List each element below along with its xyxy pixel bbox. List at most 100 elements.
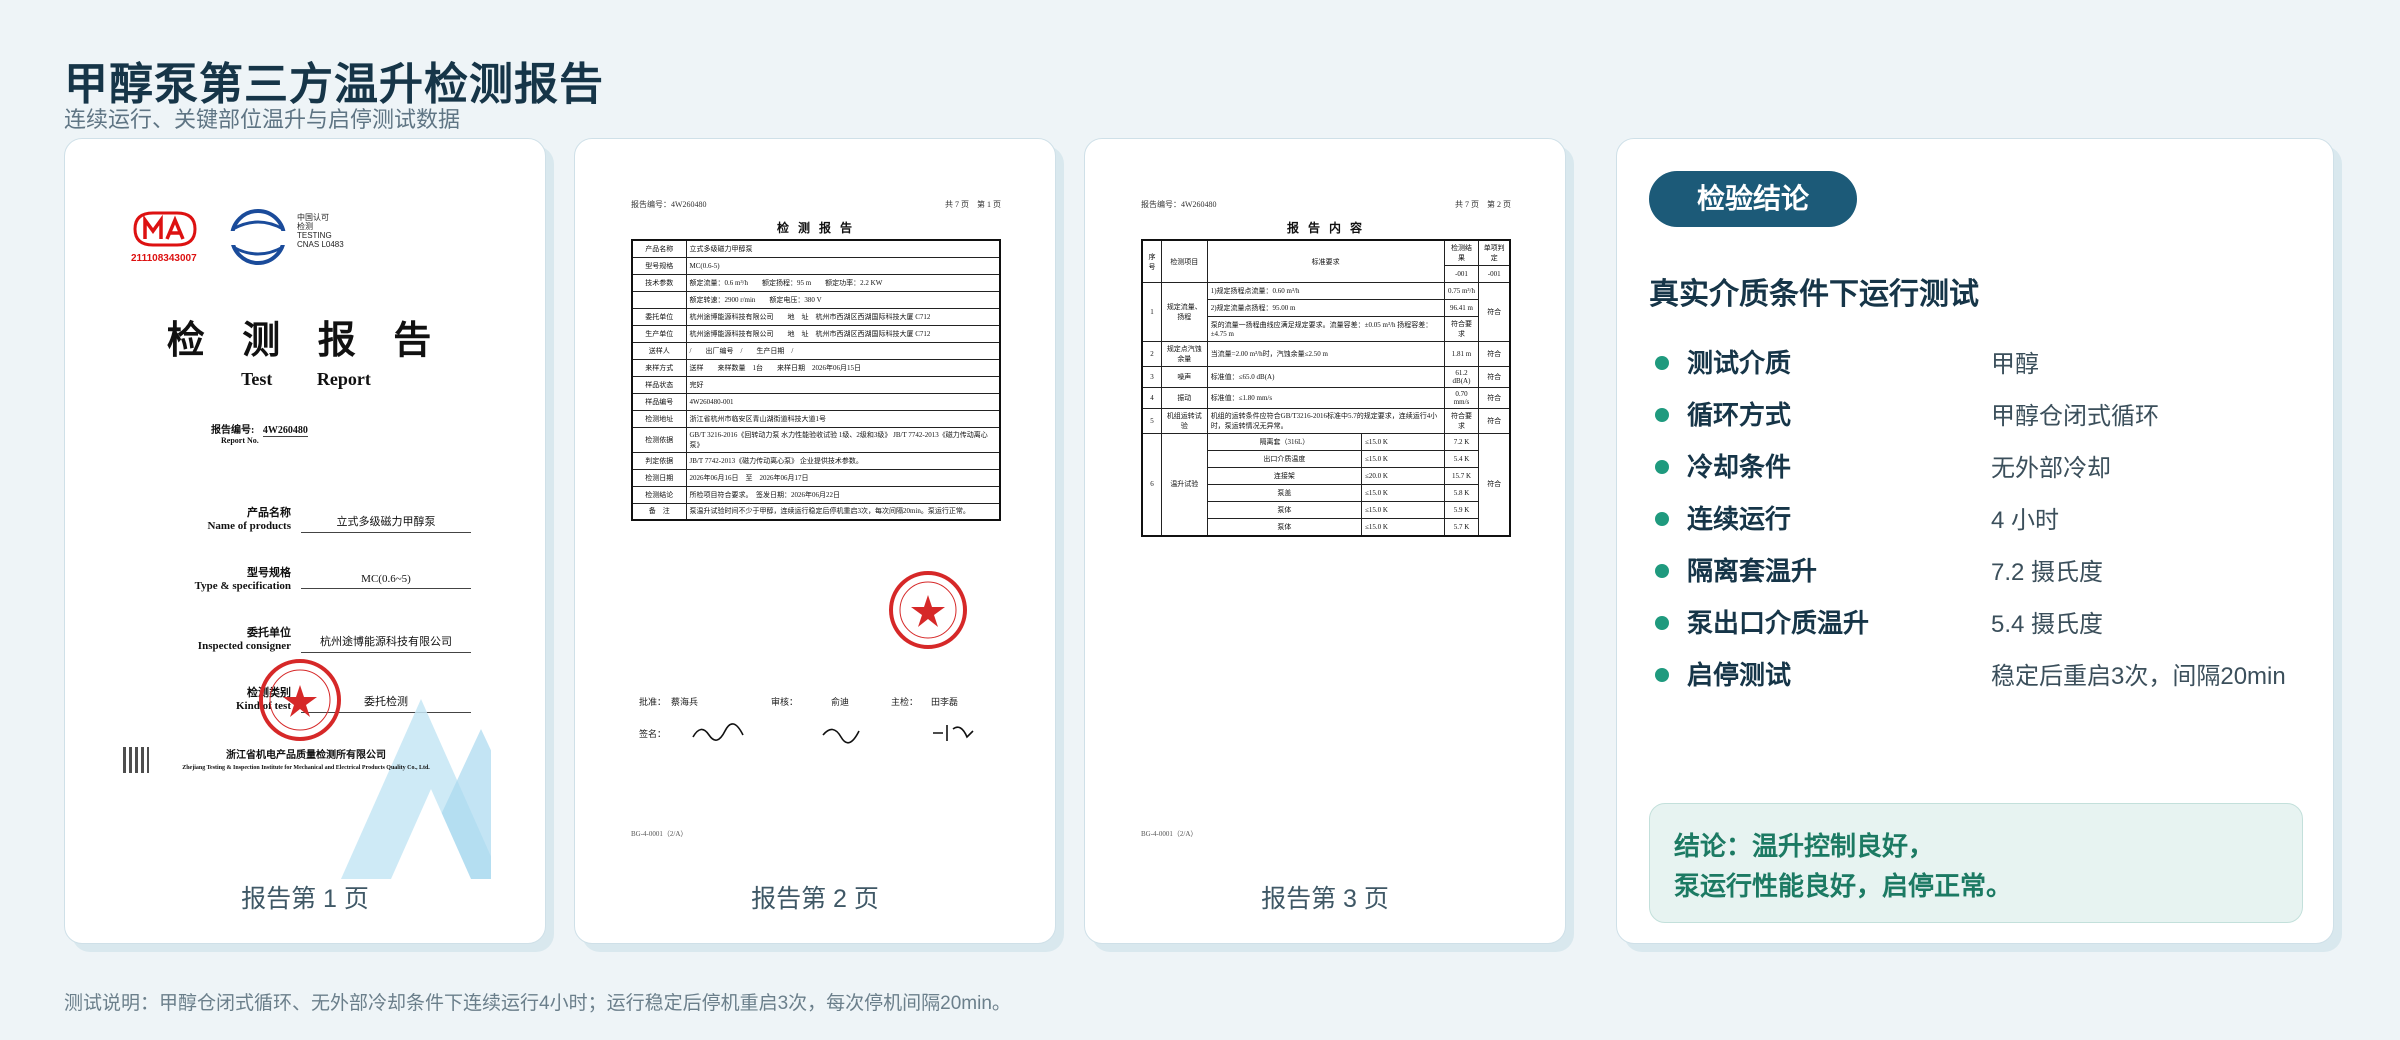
item-value: 4 小时	[1991, 507, 2060, 534]
report-page-1-card[interactable]: 211108343007 中国认可 检测 TESTING CNAS L0483 …	[64, 138, 546, 944]
table-row-value: / 出厂编号 / 生产日期 /	[685, 341, 1001, 360]
report-number: 报告编号: 4W260480 Report No.	[211, 421, 308, 445]
list-item: 测试介质 甲醇	[1655, 343, 2295, 395]
page-caption: 报告第 2 页	[751, 885, 879, 913]
report-number-value: 4W260480	[262, 425, 308, 437]
report-page-1-image: 211108343007 中国认可 检测 TESTING CNAS L0483 …	[121, 199, 491, 899]
bullet-dot-icon	[1655, 564, 1669, 578]
row-part: 出口介质温度	[1206, 450, 1363, 468]
row-result: 符合要求	[1443, 316, 1480, 342]
bullet-dot-icon	[1655, 668, 1669, 682]
table-row-label: 样品编号	[631, 392, 687, 411]
report-page-3-card[interactable]: 报告编号：4W260480 共 7 页 第 2 页 报 告 内 容 序号 检测项目…	[1084, 138, 1566, 944]
bullet-dot-icon	[1655, 408, 1669, 422]
table-row: 检测结论 所检项目符合要求。 签发日期：2026年06月22日	[631, 485, 1001, 504]
table-row: 技术参数 额定流量：0.6 m³/h 额定扬程：95 m 额定功率：2.2 KW	[631, 273, 1001, 292]
row-part: 泵体	[1206, 518, 1363, 536]
column-header: 检测项目	[1160, 239, 1208, 283]
row-requirement: 当流量=2.00 m³/h时，汽蚀余量≤2.50 m	[1206, 341, 1445, 367]
table-row-value: 4W260480-001	[685, 392, 1001, 411]
column-header: 检测结果	[1443, 239, 1480, 266]
field-product-name: 产品名称 Name of products 立式多级磁力甲醇泵	[141, 507, 471, 547]
item-key: 泵出口介质温升	[1687, 608, 1870, 638]
field-label: 产品名称	[247, 507, 291, 519]
row-number: 4	[1141, 387, 1162, 409]
column-subheader: -001	[1443, 265, 1480, 283]
doc-heading: 检 测 报 告	[776, 221, 855, 235]
row-requirement: ≤15.0 K	[1361, 518, 1445, 536]
row-part: 泵盖	[1206, 484, 1363, 502]
field-label: 型号规格	[247, 567, 291, 579]
row-requirement: ≤15.0 K	[1361, 501, 1445, 519]
item-key: 启停测试	[1687, 660, 1792, 690]
table-row-label: 判定依据	[631, 451, 687, 470]
footnote: 测试说明：甲醇仓闭式循环、无外部冷却条件下连续运行4小时；运行稳定后停机重启3次…	[64, 993, 1011, 1014]
conclusion-summary-box: 结论：温升控制良好， 泵运行性能良好，启停正常。	[1649, 803, 2303, 923]
field-label: 委托单位	[247, 627, 291, 639]
row-part: 连接架	[1206, 467, 1363, 485]
report-page-2-image: 报告编号：4W260480 共 7 页 第 1 页 检 测 报 告 产品名称 立式…	[631, 199, 1001, 899]
bullet-dot-icon	[1655, 356, 1669, 370]
sign-label: 签名：	[639, 729, 667, 739]
list-item: 冷却条件 无外部冷却	[1655, 447, 2295, 499]
row-requirement: ≤15.0 K	[1361, 450, 1445, 468]
column-header: 序号	[1141, 239, 1162, 283]
row-item: 温升试验	[1160, 433, 1208, 536]
row-judgement: 符合	[1478, 433, 1511, 536]
bullet-dot-icon	[1655, 460, 1669, 474]
table-row-value: MC(0.6-5)	[685, 256, 1001, 275]
row-result: 1.81 m	[1443, 341, 1480, 367]
row-judgement: 符合	[1478, 366, 1511, 388]
item-key: 连续运行	[1687, 504, 1792, 534]
table-row-value: 完好	[685, 375, 1001, 394]
table-row-value: 2026年06月16日 至 2026年06月17日	[685, 468, 1001, 487]
summary-line: 泵运行性能良好，启停正常。	[1674, 871, 2013, 901]
org-name-en: Zhejiang Testing & Inspection Institute …	[182, 765, 430, 771]
row-part: 隔离套（316L）	[1206, 433, 1363, 451]
row-requirement: 泵的流量一扬程曲线应满足规定要求。流量容差：±0.05 m³/h 扬程容差：±4…	[1206, 316, 1445, 342]
table-row-value: GB/T 3216-2016《回转动力泵 水力性能验收试验 1级、2级和3级》 …	[685, 426, 1001, 453]
table-row-label: 检测地址	[631, 409, 687, 428]
table-row-value: 杭州途博能源科技有限公司 地 址 杭州市西湖区西湖国际科技大厦 C712	[685, 307, 1001, 326]
row-requirement: ≤15.0 K	[1361, 484, 1445, 502]
table-row-value: 浙江省杭州市临安区青山湖街道科技大道1号	[685, 409, 1001, 428]
row-requirement: ≤15.0 K	[1361, 433, 1445, 451]
summary-line: 结论：温升控制良好，	[1674, 831, 1935, 861]
row-number: 2	[1141, 341, 1162, 367]
form-code: BG-4-0001（2/A）	[1141, 830, 1198, 838]
table-row-label: 检测日期	[631, 468, 687, 487]
row-result: 5.8 K	[1443, 484, 1480, 502]
table-row-value: 额定流量：0.6 m³/h 额定扬程：95 m 额定功率：2.2 KW	[685, 273, 1001, 292]
report-page-3-image: 报告编号：4W260480 共 7 页 第 2 页 报 告 内 容 序号 检测项目…	[1141, 199, 1511, 899]
item-value: 无外部冷却	[1991, 455, 2111, 482]
row-result: 符合要求	[1443, 408, 1480, 434]
row-result: 7.2 K	[1443, 433, 1480, 451]
table-row-label: 技术参数	[631, 273, 687, 292]
table-row: 样品状态 完好	[631, 375, 1001, 394]
table-row-label	[631, 290, 687, 309]
conclusion-list: 测试介质 甲醇 循环方式 甲醇仓闭式循环 冷却条件 无外部冷却 连续运行 4 小时 隔离…	[1655, 343, 2295, 707]
report-page-2-card[interactable]: 报告编号：4W260480 共 7 页 第 1 页 检 测 报 告 产品名称 立式…	[574, 138, 1056, 944]
table-row-label: 检测结论	[631, 485, 687, 504]
bullet-dot-icon	[1655, 616, 1669, 630]
table-row-value: 杭州途博能源科技有限公司 地 址 杭州市西湖区西湖国际科技大厦 C712	[685, 324, 1001, 343]
field-value: 立式多级磁力甲醇泵	[301, 513, 471, 533]
item-key: 冷却条件	[1687, 452, 1792, 482]
table-row: 判定依据 JB/T 7742-2013《磁力传动离心泵》 企业提供技术参数。	[631, 451, 1001, 470]
row-requirement: 1)规定扬程点流量：0.60 m³/h	[1206, 282, 1445, 300]
row-requirement: 机组的运转条件应符合GB/T3216-2016标准中5.7的规定要求，连续运行4…	[1206, 408, 1445, 434]
item-key: 测试介质	[1687, 348, 1792, 378]
page-caption: 报告第 1 页	[241, 885, 369, 913]
item-value: 稳定后重启3次，间隔20min	[1991, 663, 2286, 690]
row-number: 5	[1141, 408, 1162, 434]
row-result: 61.2 dB(A)	[1443, 366, 1480, 388]
table-row: 委托单位 杭州途博能源科技有限公司 地 址 杭州市西湖区西湖国际科技大厦 C712	[631, 307, 1001, 326]
bullet-dot-icon	[1655, 512, 1669, 526]
doc-heading: 报 告 内 容	[1286, 221, 1365, 235]
table-row: 样品编号 4W260480-001	[631, 392, 1001, 411]
table-row-label: 产品名称	[631, 239, 687, 258]
table-row: 1 规定流量、扬程 1)规定扬程点流量：0.60 m³/h 0.75 m³/h 符合	[1141, 282, 1511, 342]
row-judgement: 符合	[1478, 282, 1511, 342]
signature-name: 田李磊	[931, 697, 959, 707]
table-row: 3 噪声 标准值：≤65.0 dB(A) 61.2 dB(A) 符合	[1141, 366, 1511, 388]
